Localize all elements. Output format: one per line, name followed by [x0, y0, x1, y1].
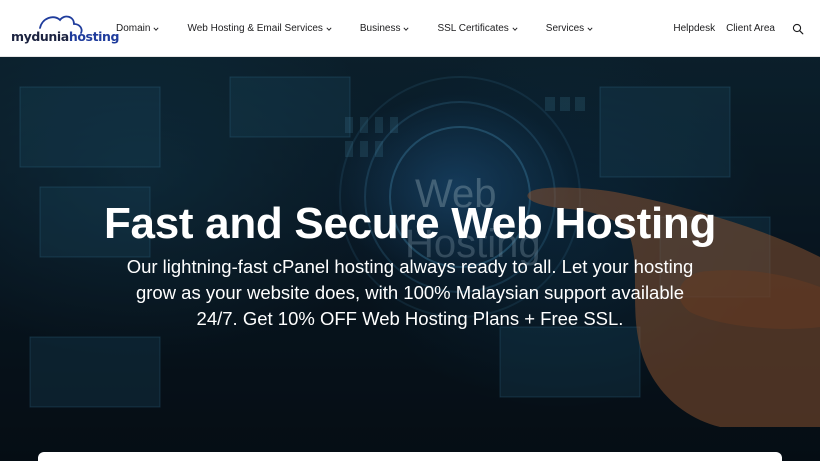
client-area-link[interactable]: Client Area	[726, 23, 775, 34]
nav-item-label: Services	[545, 23, 585, 34]
nav-item-business[interactable]: Business	[360, 0, 410, 57]
chevron-down-icon	[153, 26, 160, 31]
chevron-down-icon	[326, 26, 332, 31]
nav-item-domain[interactable]: Domain	[116, 0, 160, 57]
chevron-down-icon	[403, 26, 410, 31]
nav-item-label: Web Hosting & Email Services	[187, 23, 323, 34]
search-card-top	[38, 452, 782, 461]
hero-subtitle: Our lightning-fast cPanel hosting always…	[126, 256, 694, 329]
main-nav: Domain Web Hosting & Email Services Busi…	[116, 0, 621, 57]
chevron-down-icon	[587, 26, 593, 31]
nav-item-web-hosting-email[interactable]: Web Hosting & Email Services	[187, 0, 332, 57]
helpdesk-link[interactable]: Helpdesk	[673, 23, 715, 34]
hero-banner: Web Hosting Fast and Secure Web Hosting …	[0, 57, 820, 461]
site-logo[interactable]: myduniahosting	[10, 12, 119, 46]
logo-wordmark: myduniahosting	[11, 29, 119, 44]
nav-item-label: Domain	[116, 23, 151, 34]
site-header: myduniahosting Domain Web Hosting & Emai…	[0, 0, 820, 57]
nav-item-label: SSL Certificates	[437, 23, 509, 34]
search-icon[interactable]	[792, 23, 804, 35]
logo-text-part1: mydunia	[11, 29, 69, 44]
nav-item-services[interactable]: Services	[546, 0, 593, 57]
nav-item-ssl-certificates[interactable]: SSL Certificates	[437, 0, 518, 57]
header-utility-links: Helpdesk Client Area	[673, 0, 820, 57]
chevron-down-icon	[512, 26, 518, 31]
hero-title: Fast and Secure Web Hosting	[103, 199, 717, 248]
logo-text-part2: hosting	[68, 29, 120, 44]
nav-item-label: Business	[359, 23, 401, 34]
